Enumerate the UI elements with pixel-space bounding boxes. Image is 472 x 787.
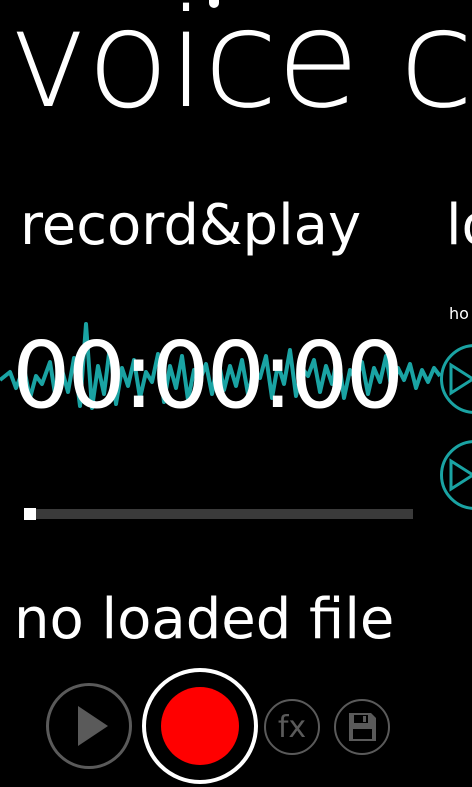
app-title: voice c xyxy=(8,0,472,128)
app-title-peek: c xyxy=(399,0,472,139)
voice-app-screen: voice c record&play lo ho 00:00:00 no lo… xyxy=(0,0,472,787)
play-icon-peek xyxy=(449,362,472,396)
play-button[interactable] xyxy=(46,683,132,769)
playback-progress-track[interactable] xyxy=(24,509,413,519)
floppy-disk-icon xyxy=(349,713,376,741)
recording-timer: 00:00:00 xyxy=(12,322,404,429)
playback-progress-thumb[interactable] xyxy=(24,508,36,520)
pivot-tab-record-play[interactable]: record&play xyxy=(20,198,361,254)
record-button[interactable] xyxy=(142,668,258,784)
play-icon xyxy=(78,706,108,746)
next-panel-play-circle-peek[interactable] xyxy=(440,344,472,414)
effects-button[interactable]: fx xyxy=(264,699,320,755)
save-button[interactable] xyxy=(334,699,390,755)
play-icon-peek-2 xyxy=(449,458,472,492)
pivot-tab-next-peek[interactable]: lo xyxy=(446,198,472,254)
app-title-text: voice xyxy=(8,0,360,139)
effects-label: fx xyxy=(277,709,307,745)
next-panel-play-circle-peek-2[interactable] xyxy=(440,440,472,510)
record-icon xyxy=(161,687,239,765)
file-status-text: no loaded file xyxy=(14,587,395,652)
